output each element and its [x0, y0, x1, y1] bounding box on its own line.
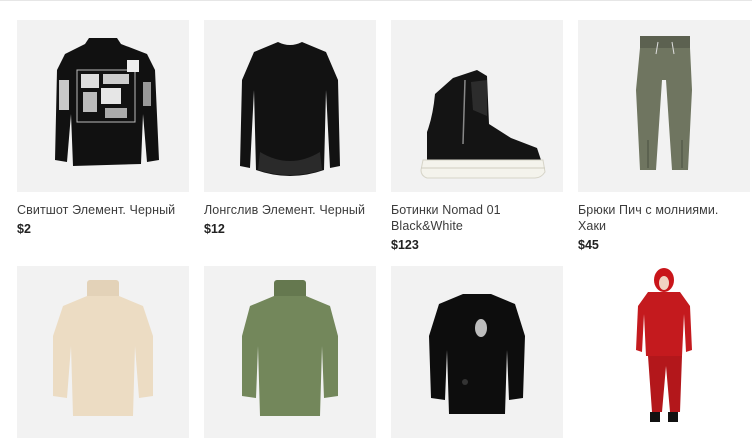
product-card[interactable]: [17, 266, 189, 438]
product-name[interactable]: Брюки Пич с молниями. Хаки: [578, 202, 750, 234]
product-image[interactable]: [204, 266, 376, 438]
black-longsleeve-icon: [240, 42, 340, 176]
product-card[interactable]: [204, 266, 376, 438]
red-hoodie-model-icon: [578, 266, 750, 438]
beige-turtleneck-sweater-icon: [53, 280, 153, 416]
product-card[interactable]: Свитшот Элемент. Черный $2: [17, 20, 189, 236]
top-divider: [0, 0, 752, 1]
product-image[interactable]: [17, 20, 189, 192]
product-card[interactable]: Ботинки Nomad 01 Black&White $123: [391, 20, 563, 252]
product-card[interactable]: [578, 266, 750, 438]
product-image[interactable]: [391, 20, 563, 192]
product-image[interactable]: [17, 266, 189, 438]
product-card[interactable]: Брюки Пич с молниями. Хаки $45: [578, 20, 750, 252]
product-image[interactable]: [578, 266, 750, 438]
product-price: $45: [578, 238, 599, 252]
black-distressed-sweater-icon: [429, 294, 525, 414]
product-price: $2: [17, 222, 31, 236]
product-price: $12: [204, 222, 225, 236]
product-image[interactable]: [391, 266, 563, 438]
black-sweatshirt-patches-icon: [55, 38, 159, 166]
product-name[interactable]: Лонгслив Элемент. Черный: [204, 202, 376, 218]
product-name[interactable]: Ботинки Nomad 01 Black&White: [391, 202, 563, 234]
product-name[interactable]: Свитшот Элемент. Черный: [17, 202, 189, 218]
product-price: $123: [391, 238, 419, 252]
product-image[interactable]: [204, 20, 376, 192]
black-white-sneaker-boot-icon: [420, 70, 546, 179]
green-turtleneck-sweater-icon: [242, 280, 338, 416]
product-image[interactable]: [578, 20, 750, 192]
product-card[interactable]: [391, 266, 563, 438]
khaki-zip-pants-icon: [636, 36, 692, 170]
product-card[interactable]: Лонгслив Элемент. Черный $12: [204, 20, 376, 236]
